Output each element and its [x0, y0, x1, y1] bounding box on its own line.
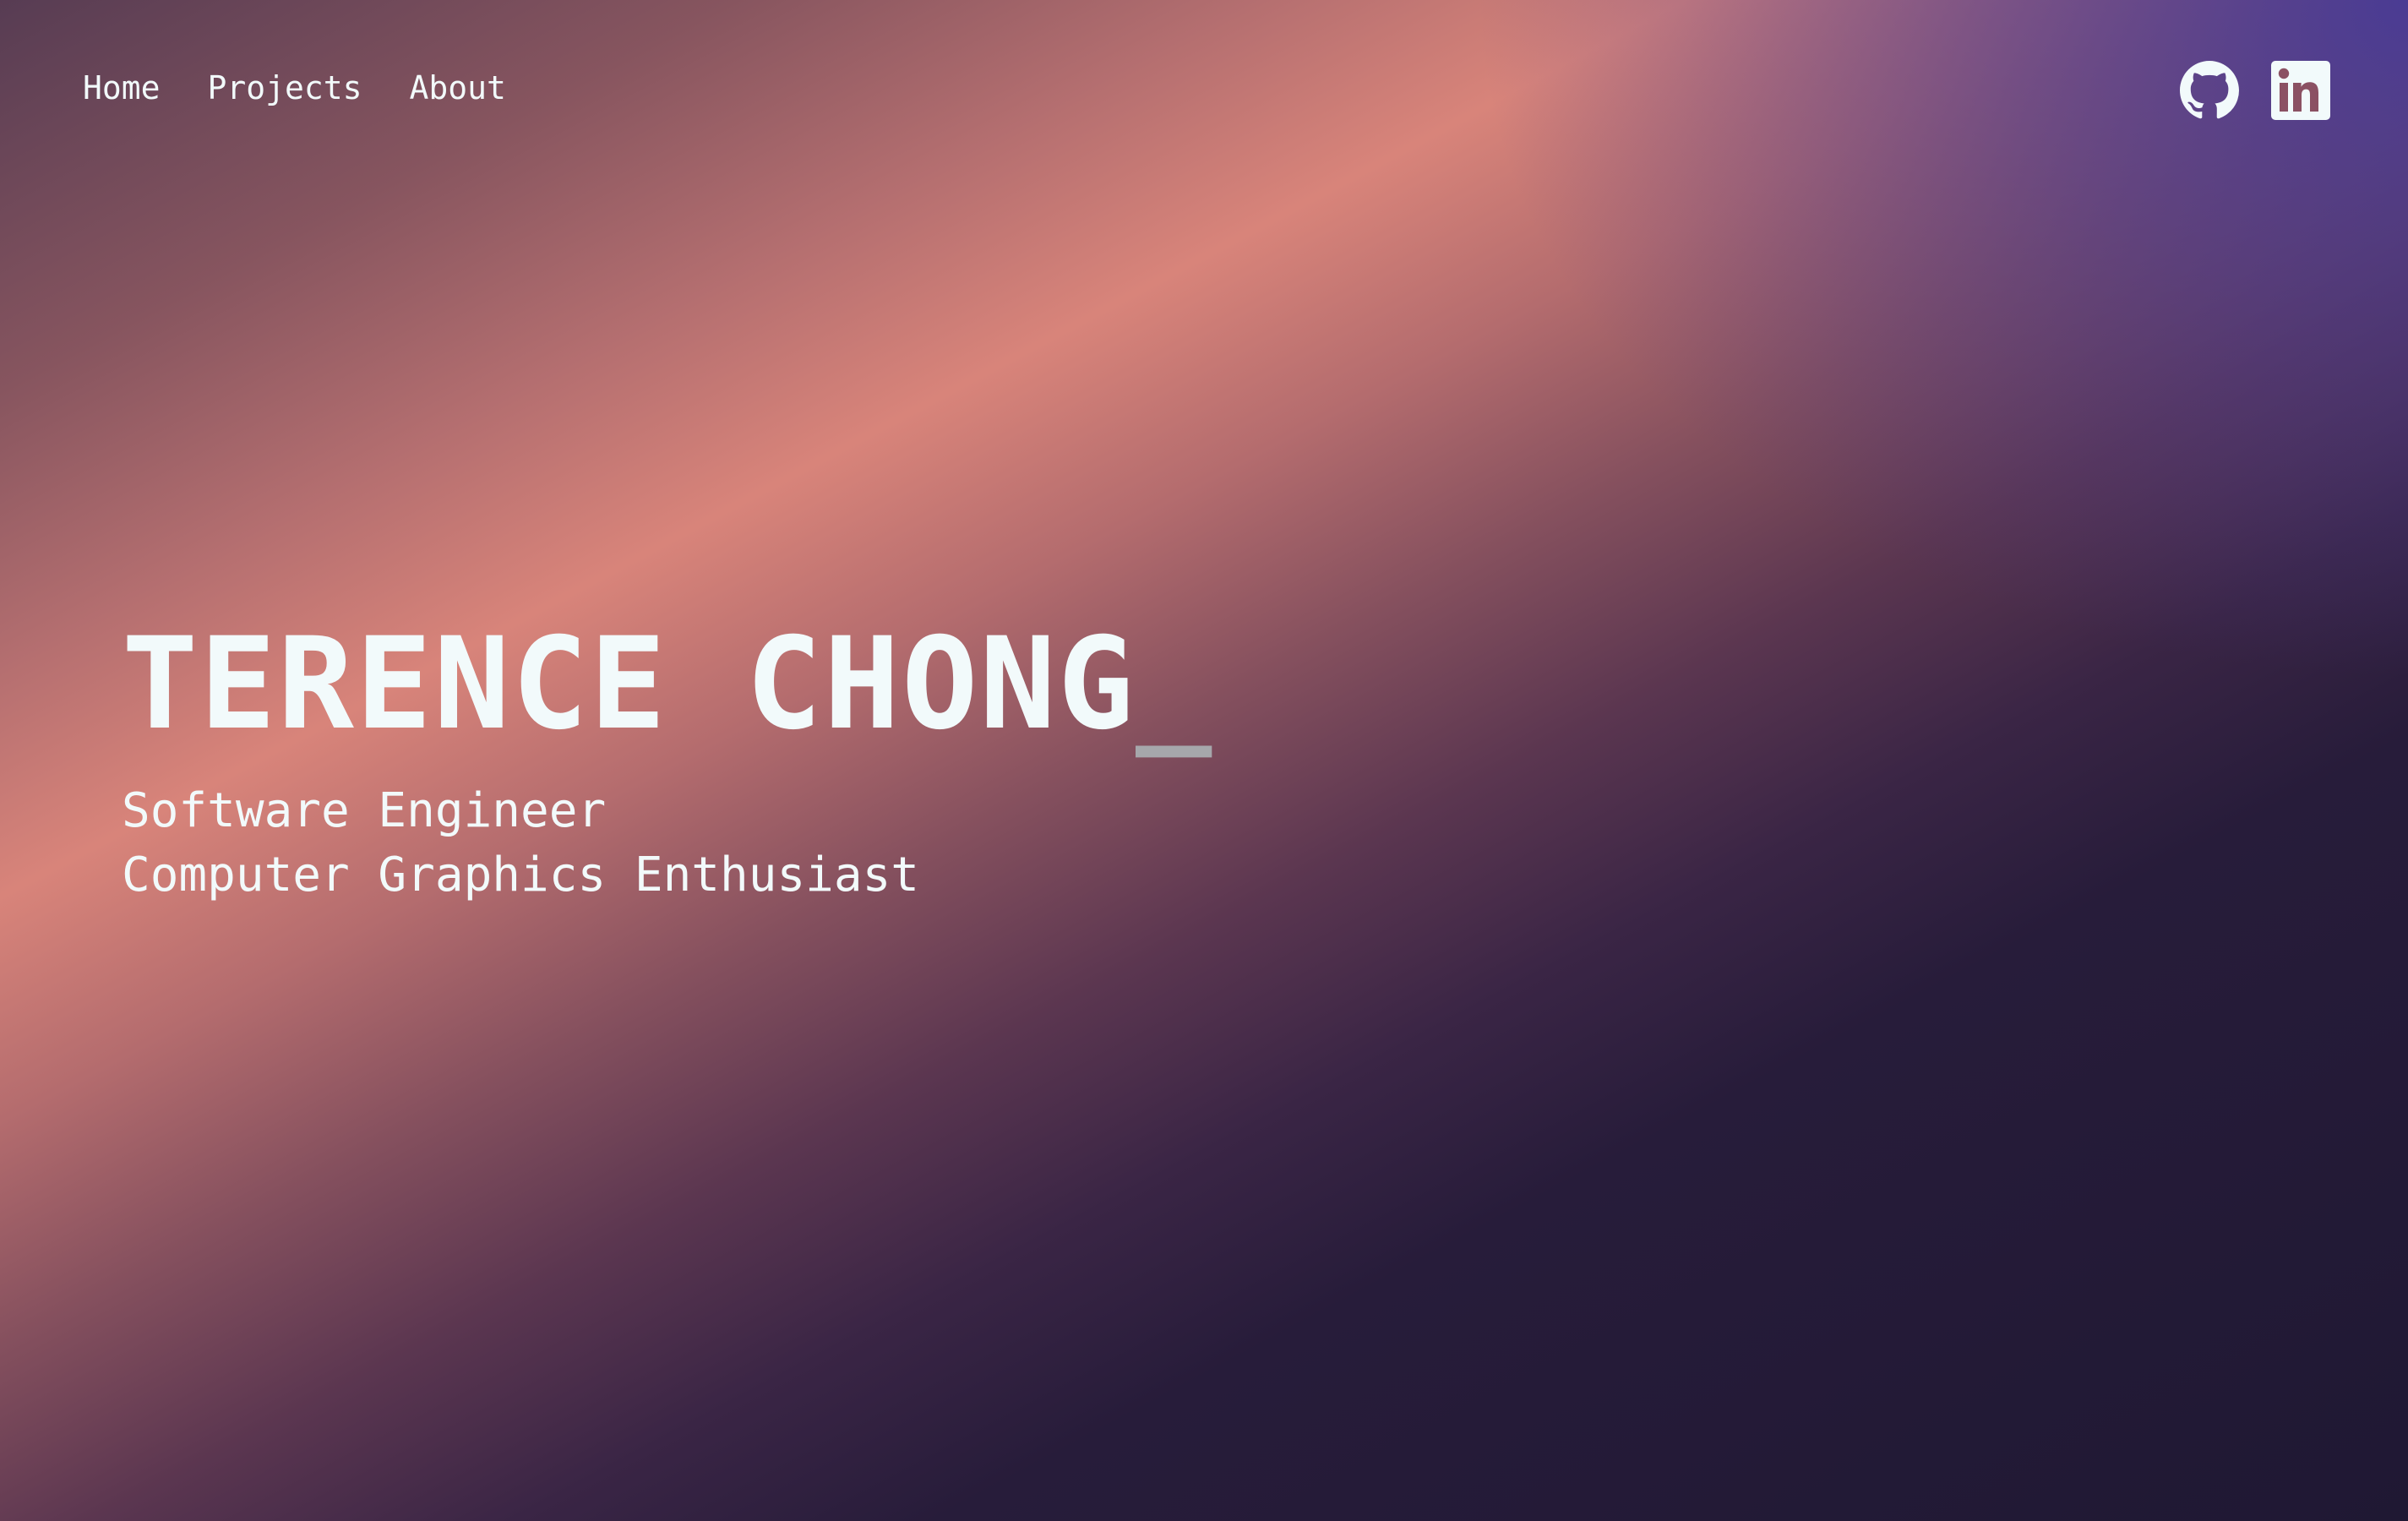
nav-home-link[interactable]: Home	[83, 69, 161, 106]
hero-name-heading: TERENCE CHONG_	[122, 617, 1213, 752]
github-icon[interactable]	[2180, 61, 2239, 120]
hero-subtitle-line-interest: Computer Graphics Enthusiast	[122, 848, 920, 902]
linkedin-icon[interactable]	[2271, 61, 2330, 120]
nav-projects-link[interactable]: Projects	[208, 69, 362, 106]
nav-about-link[interactable]: About	[410, 69, 506, 106]
hero-section: TERENCE CHONG_ Software Engineer Compute…	[122, 617, 1213, 908]
hero-subtitle: Software Engineer Computer Graphics Enth…	[122, 779, 1213, 908]
hero-name-text: TERENCE CHONG	[122, 611, 1136, 758]
social-links	[2180, 61, 2330, 120]
top-nav: Home Projects About	[83, 69, 506, 106]
typing-cursor: _	[1136, 611, 1214, 758]
hero-subtitle-line-role: Software Engineer	[122, 783, 607, 838]
